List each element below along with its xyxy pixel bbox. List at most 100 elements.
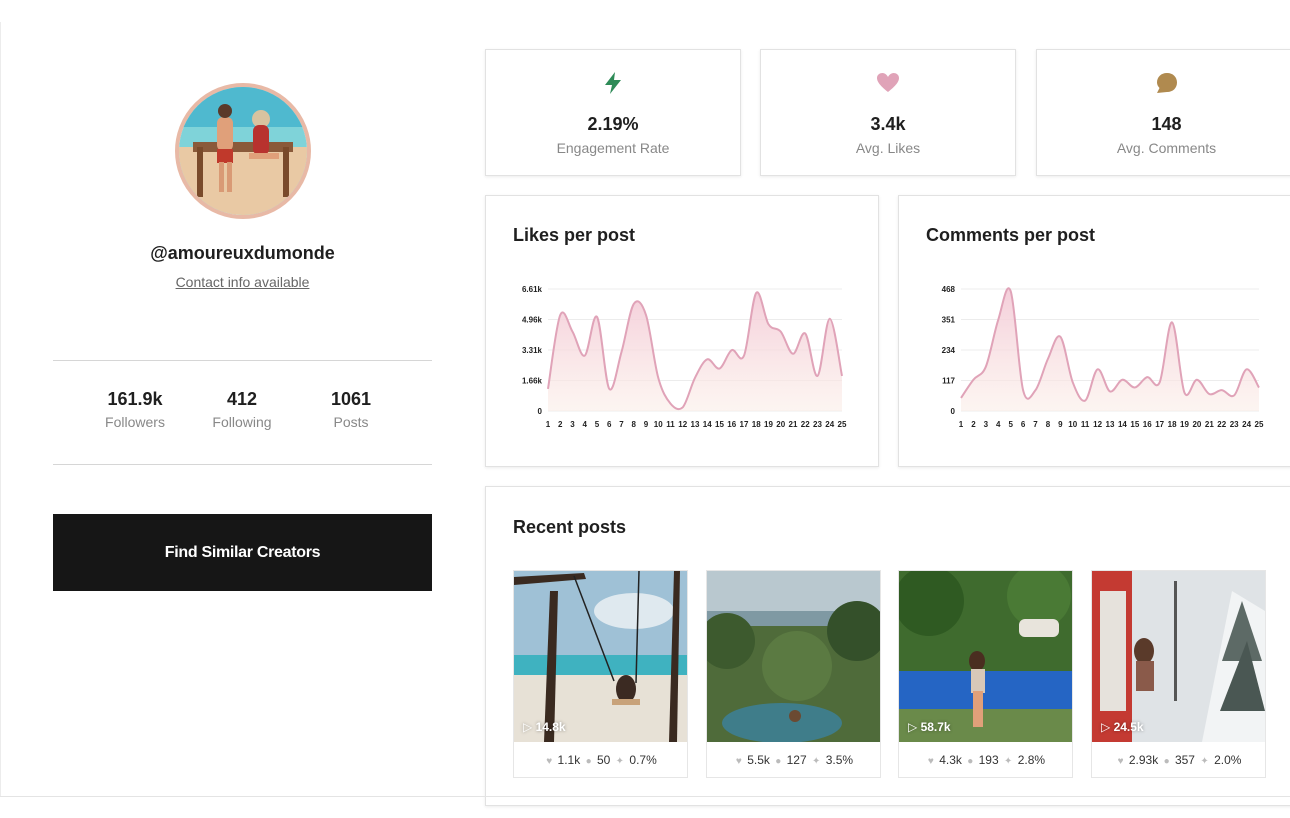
- post-card[interactable]: ♥ 5.5k ● 127 ✦ 3.5%: [706, 570, 881, 778]
- find-similar-creators-button[interactable]: Find Similar Creators: [53, 514, 432, 591]
- stat-label: Following: [212, 414, 272, 430]
- lightning-icon: ✦: [811, 756, 821, 767]
- x-tick-label: 15: [715, 420, 724, 429]
- lightning-icon: ✦: [1200, 756, 1209, 767]
- post-comments: 193: [978, 753, 999, 767]
- post-engagement: 2.0%: [1214, 753, 1242, 767]
- post-thumbnail[interactable]: ▷ 14.8k: [514, 571, 687, 742]
- post-engagement: 2.8%: [1017, 753, 1046, 767]
- x-tick-label: 24: [825, 420, 834, 429]
- metric-label: Avg. Comments: [1116, 140, 1217, 156]
- series-area: [548, 292, 842, 411]
- metric-value: 2.19%: [587, 114, 639, 134]
- y-tick-label: 468: [942, 285, 956, 294]
- lightning-icon: ✦: [615, 756, 625, 767]
- x-tick-label: 15: [1130, 420, 1139, 429]
- y-tick-label: 0: [951, 407, 956, 416]
- lightning-icon: ✦: [1003, 756, 1013, 767]
- y-tick-label: 117: [942, 377, 955, 386]
- stat-value: 412: [226, 389, 258, 409]
- contact-info-link[interactable]: Contact info available: [176, 274, 310, 290]
- recent-posts-title: Recent posts: [513, 517, 627, 537]
- x-tick-label: 14: [1118, 420, 1127, 429]
- metric-label: Avg. Likes: [855, 140, 921, 156]
- x-tick-label: 2: [971, 420, 976, 429]
- post-likes: 5.5k: [747, 753, 770, 767]
- x-tick-label: 4: [583, 420, 588, 429]
- x-tick-label: 24: [1242, 420, 1251, 429]
- bottom-border: [0, 796, 1290, 797]
- post-likes: 1.1k: [557, 753, 581, 767]
- x-tick-label: 10: [654, 420, 663, 429]
- x-tick-label: 8: [1046, 420, 1051, 429]
- x-tick-label: 7: [619, 420, 624, 429]
- heart-icon: ♥: [735, 756, 742, 767]
- x-tick-label: 6: [1021, 420, 1026, 429]
- x-tick-label: 16: [1143, 420, 1152, 429]
- post-thumbnail[interactable]: [707, 571, 880, 742]
- metric-value: 148: [1151, 114, 1182, 134]
- recent-posts-card: Recent posts ▷ 14.8k ♥ 1.1k ● 50 ✦ 0.7%: [485, 486, 1290, 806]
- heart-icon: ♥: [546, 756, 553, 767]
- comment-icon: ●: [1163, 756, 1170, 767]
- comment-icon: [1156, 73, 1177, 93]
- x-tick-label: 25: [1255, 420, 1264, 429]
- x-tick-label: 8: [632, 420, 637, 429]
- y-tick-label: 234: [942, 346, 956, 355]
- y-tick-label: 0: [538, 407, 543, 416]
- post-engagement: 3.5%: [825, 753, 854, 767]
- x-tick-label: 11: [666, 420, 675, 429]
- divider: [53, 464, 432, 465]
- x-tick-label: 9: [644, 420, 649, 429]
- x-tick-label: 18: [1168, 420, 1177, 429]
- x-tick-label: 21: [1205, 420, 1214, 429]
- x-tick-label: 18: [752, 420, 761, 429]
- likes-chart: 01.66k3.31k4.96k6.61k1 2 3 4 5 6 7 8 9 10 11 12 13 14…: [522, 285, 847, 429]
- post-views: ▷ 24.5k: [1101, 720, 1144, 734]
- x-tick-label: 6: [607, 420, 612, 429]
- x-tick-label: 19: [1180, 420, 1189, 429]
- post-stats: ♥ 1.1k ● 50 ✦ 0.7%: [514, 753, 687, 767]
- comments-chart: 01172343514681 2 3 4 5 6 7 8 9 10 11 12 13 14 15 16 17 18…: [942, 285, 1264, 429]
- left-border: [0, 22, 1, 797]
- x-tick-label: 25: [838, 420, 847, 429]
- post-comments: 357: [1174, 753, 1195, 767]
- x-tick-label: 4: [996, 420, 1001, 429]
- comment-icon: ●: [585, 756, 592, 767]
- x-tick-label: 12: [1093, 420, 1102, 429]
- post-card[interactable]: ▷ 24.5k ♥ 2.93k ● 357 ✦ 2.0%: [1091, 570, 1266, 778]
- post-thumbnail[interactable]: ▷ 24.5k: [1092, 571, 1265, 742]
- x-tick-label: 2: [558, 420, 563, 429]
- comments-chart-card: Comments per post 0 117 234 351 468 1 2 3 4 5 6 7 8 9…: [898, 195, 1290, 467]
- metric-label: Engagement Rate: [556, 140, 670, 156]
- x-tick-label: 17: [1155, 420, 1164, 429]
- stat-value: 1061: [330, 389, 372, 409]
- x-tick-label: 22: [1217, 420, 1226, 429]
- stat-value: 161.9k: [107, 389, 163, 409]
- x-tick-label: 10: [1068, 420, 1077, 429]
- y-tick-label: 4.96k: [522, 316, 543, 325]
- post-thumbnail[interactable]: ▷ 58.7k: [899, 571, 1072, 742]
- x-tick-label: 17: [740, 420, 749, 429]
- x-tick-label: 12: [678, 420, 687, 429]
- x-tick-label: 3: [984, 420, 989, 429]
- x-tick-label: 20: [776, 420, 785, 429]
- x-tick-label: 22: [801, 420, 810, 429]
- x-tick-label: 3: [570, 420, 575, 429]
- y-tick-label: 3.31k: [522, 346, 543, 355]
- post-stats: ♥ 5.5k ● 127 ✦ 3.5%: [707, 753, 880, 767]
- x-tick-label: 23: [813, 420, 822, 429]
- x-tick-label: 16: [727, 420, 736, 429]
- x-tick-label: 1: [546, 420, 551, 429]
- y-tick-label: 1.66k: [522, 377, 543, 386]
- post-card[interactable]: ▷ 14.8k ♥ 1.1k ● 50 ✦ 0.7%: [513, 570, 688, 778]
- comment-icon: ●: [967, 756, 974, 767]
- stat-followers: 161.9k Followers: [80, 389, 190, 430]
- metric-avg-comments: 148 Avg. Comments: [1036, 49, 1290, 176]
- post-card[interactable]: ▷ 58.7k ♥ 4.3k ● 193 ✦ 2.8%: [898, 570, 1073, 778]
- stat-following: 412 Following: [187, 389, 297, 430]
- contact-info[interactable]: Contact info available: [53, 274, 432, 290]
- x-tick-label: 7: [1033, 420, 1038, 429]
- x-tick-label: 5: [595, 420, 600, 429]
- stat-posts: 1061 Posts: [296, 389, 406, 430]
